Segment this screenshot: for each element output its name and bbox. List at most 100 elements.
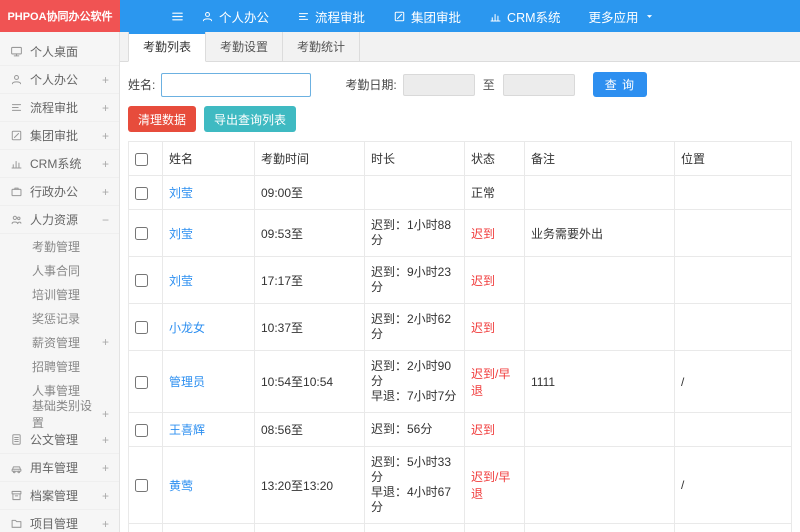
name-filter-label: 姓名: xyxy=(128,78,156,92)
column-header: 姓名 xyxy=(162,141,255,176)
row-checkbox[interactable] xyxy=(135,375,148,389)
tab-item-0[interactable]: 考勤列表 xyxy=(128,32,207,62)
chart-icon xyxy=(489,10,502,23)
date-to-label: 至 xyxy=(482,78,495,92)
sidebar-item[interactable]: 集团审批 + xyxy=(0,122,119,150)
remark-cell xyxy=(524,303,675,351)
sidebar-subitem[interactable]: 基础类别设置 + xyxy=(0,399,119,430)
expand-plus-icon[interactable]: + xyxy=(98,407,109,421)
expand-plus-icon[interactable]: + xyxy=(98,129,109,143)
expand-plus-icon[interactable]: + xyxy=(98,461,109,475)
name-cell: 王喜辉 xyxy=(162,412,255,447)
table-row: 刘莹 17:17至 迟到：9小时23分 迟到 xyxy=(128,256,792,304)
sidebar-item[interactable]: 项目管理 + xyxy=(0,510,119,532)
tab-item-2[interactable]: 考勤统计 xyxy=(283,32,361,61)
sidebar-subitem[interactable]: 薪资管理 + xyxy=(0,330,119,354)
name-cell: 黄莺 xyxy=(162,446,255,524)
flow-icon xyxy=(297,10,310,23)
attendance-time: 09:53至 xyxy=(254,209,365,257)
sidebar-item[interactable]: 流程审批 + xyxy=(0,94,119,122)
sidebar-item-label: 考勤管理 xyxy=(32,239,81,254)
expand-plus-icon[interactable]: + xyxy=(98,185,109,199)
status-text: 迟到 xyxy=(471,226,496,241)
status-text: 正常 xyxy=(471,186,496,200)
nav-item-3[interactable]: CRM系统 xyxy=(489,7,561,26)
date-start-input[interactable] xyxy=(402,73,475,96)
sidebar-item[interactable]: 人力资源 − xyxy=(0,206,119,234)
nav-item-1[interactable]: 流程审批 xyxy=(297,7,365,26)
status-cell: 正常 xyxy=(464,175,525,210)
sidebar-subitem[interactable]: 招聘管理 xyxy=(0,354,119,378)
nav-item-4[interactable]: 更多应用 xyxy=(589,7,654,26)
table-row: 刘莹 09:00至 正常 xyxy=(128,175,792,210)
export-list-button[interactable]: 导出查询列表 xyxy=(204,106,297,132)
name-cell: 刘莹 xyxy=(162,256,255,304)
location-cell xyxy=(674,523,792,532)
sidebar-item[interactable]: 档案管理 + xyxy=(0,482,119,510)
expand-plus-icon[interactable]: + xyxy=(98,157,109,171)
sidebar-item-label: 薪资管理 xyxy=(32,335,81,350)
name-cell: 刘莹 xyxy=(162,209,255,257)
search-button[interactable]: 查 询 xyxy=(592,72,648,97)
name-cell: 王喜辉 xyxy=(162,523,255,532)
sidebar-item[interactable]: 个人桌面 xyxy=(0,38,119,66)
sidebar-subitem[interactable]: 考勤管理 xyxy=(0,234,119,258)
attendance-time: 09:00至 xyxy=(254,175,365,210)
employee-name-link[interactable]: 黄莺 xyxy=(169,479,193,493)
expand-plus-icon[interactable]: + xyxy=(98,517,109,531)
status-text: 迟到 xyxy=(471,423,496,437)
table-row: 刘莹 09:53至 迟到：1小时88分 迟到 业务需要外出 xyxy=(128,209,792,257)
select-all-checkbox[interactable] xyxy=(135,152,148,166)
attendance-time: 10:02至 xyxy=(254,523,365,532)
sidebar-item[interactable]: 公文管理 + xyxy=(0,426,119,454)
employee-name-link[interactable]: 刘莹 xyxy=(169,186,193,200)
status-cell: 迟到 xyxy=(464,303,525,351)
sidebar-item[interactable]: 行政办公 + xyxy=(0,178,119,206)
caret-down-icon xyxy=(645,12,654,21)
menu-toggle-button[interactable] xyxy=(170,9,185,24)
sidebar-subitem[interactable]: 培训管理 xyxy=(0,282,119,306)
expand-plus-icon[interactable]: + xyxy=(98,433,109,447)
nav-item-2[interactable]: 集团审批 xyxy=(393,7,461,26)
remark-cell xyxy=(524,446,675,524)
row-checkbox[interactable] xyxy=(135,321,148,335)
remark-cell: 1111 xyxy=(524,350,675,413)
sidebar-item[interactable]: 个人办公 + xyxy=(0,66,119,94)
sidebar-item-label: 项目管理 xyxy=(30,517,79,531)
employee-name-link[interactable]: 刘莹 xyxy=(169,227,193,241)
name-filter-input[interactable] xyxy=(161,72,312,97)
tab-item-1[interactable]: 考勤设置 xyxy=(206,32,284,61)
sidebar-item-label: 行政办公 xyxy=(30,185,79,199)
row-checkbox[interactable] xyxy=(135,227,148,241)
nav-item-label: CRM系统 xyxy=(507,10,561,25)
sidebar-subitem[interactable]: 人事合同 xyxy=(0,258,119,282)
employee-name-link[interactable]: 王喜辉 xyxy=(169,423,205,437)
expand-plus-icon[interactable]: + xyxy=(98,73,109,87)
collapse-minus-icon[interactable]: − xyxy=(98,213,109,227)
employee-name-link[interactable]: 小龙女 xyxy=(169,321,205,335)
name-cell: 小龙女 xyxy=(162,303,255,351)
row-checkbox[interactable] xyxy=(135,186,148,200)
expand-plus-icon[interactable]: + xyxy=(98,489,109,503)
clear-data-button[interactable]: 清理数据 xyxy=(128,106,197,132)
attendance-duration: 迟到：2小时03分 xyxy=(364,523,465,532)
sidebar-item[interactable]: 用车管理 + xyxy=(0,454,119,482)
attendance-duration: 迟到：2小时62分 xyxy=(364,303,465,351)
row-checkbox[interactable] xyxy=(135,423,148,437)
employee-name-link[interactable]: 刘莹 xyxy=(169,274,193,288)
nav-item-0[interactable]: 个人办公 xyxy=(201,7,269,26)
expand-plus-icon[interactable]: + xyxy=(98,335,109,349)
sidebar-item-label: 奖惩记录 xyxy=(32,311,81,326)
location-cell: / xyxy=(674,446,792,524)
employee-name-link[interactable]: 管理员 xyxy=(169,375,205,389)
attendance-duration: 迟到：2小时90分 早退：7小时7分 xyxy=(364,350,465,413)
checkbox-cell xyxy=(128,256,163,304)
row-checkbox[interactable] xyxy=(135,274,148,288)
row-checkbox[interactable] xyxy=(135,479,148,493)
sidebar-item-label: 个人桌面 xyxy=(30,45,79,59)
sidebar-subitem[interactable]: 奖惩记录 xyxy=(0,306,119,330)
expand-plus-icon[interactable]: + xyxy=(98,101,109,115)
date-end-input[interactable] xyxy=(502,73,575,96)
sidebar-item[interactable]: CRM系统 + xyxy=(0,150,119,178)
action-bar: 清理数据 导出查询列表 xyxy=(120,106,800,141)
